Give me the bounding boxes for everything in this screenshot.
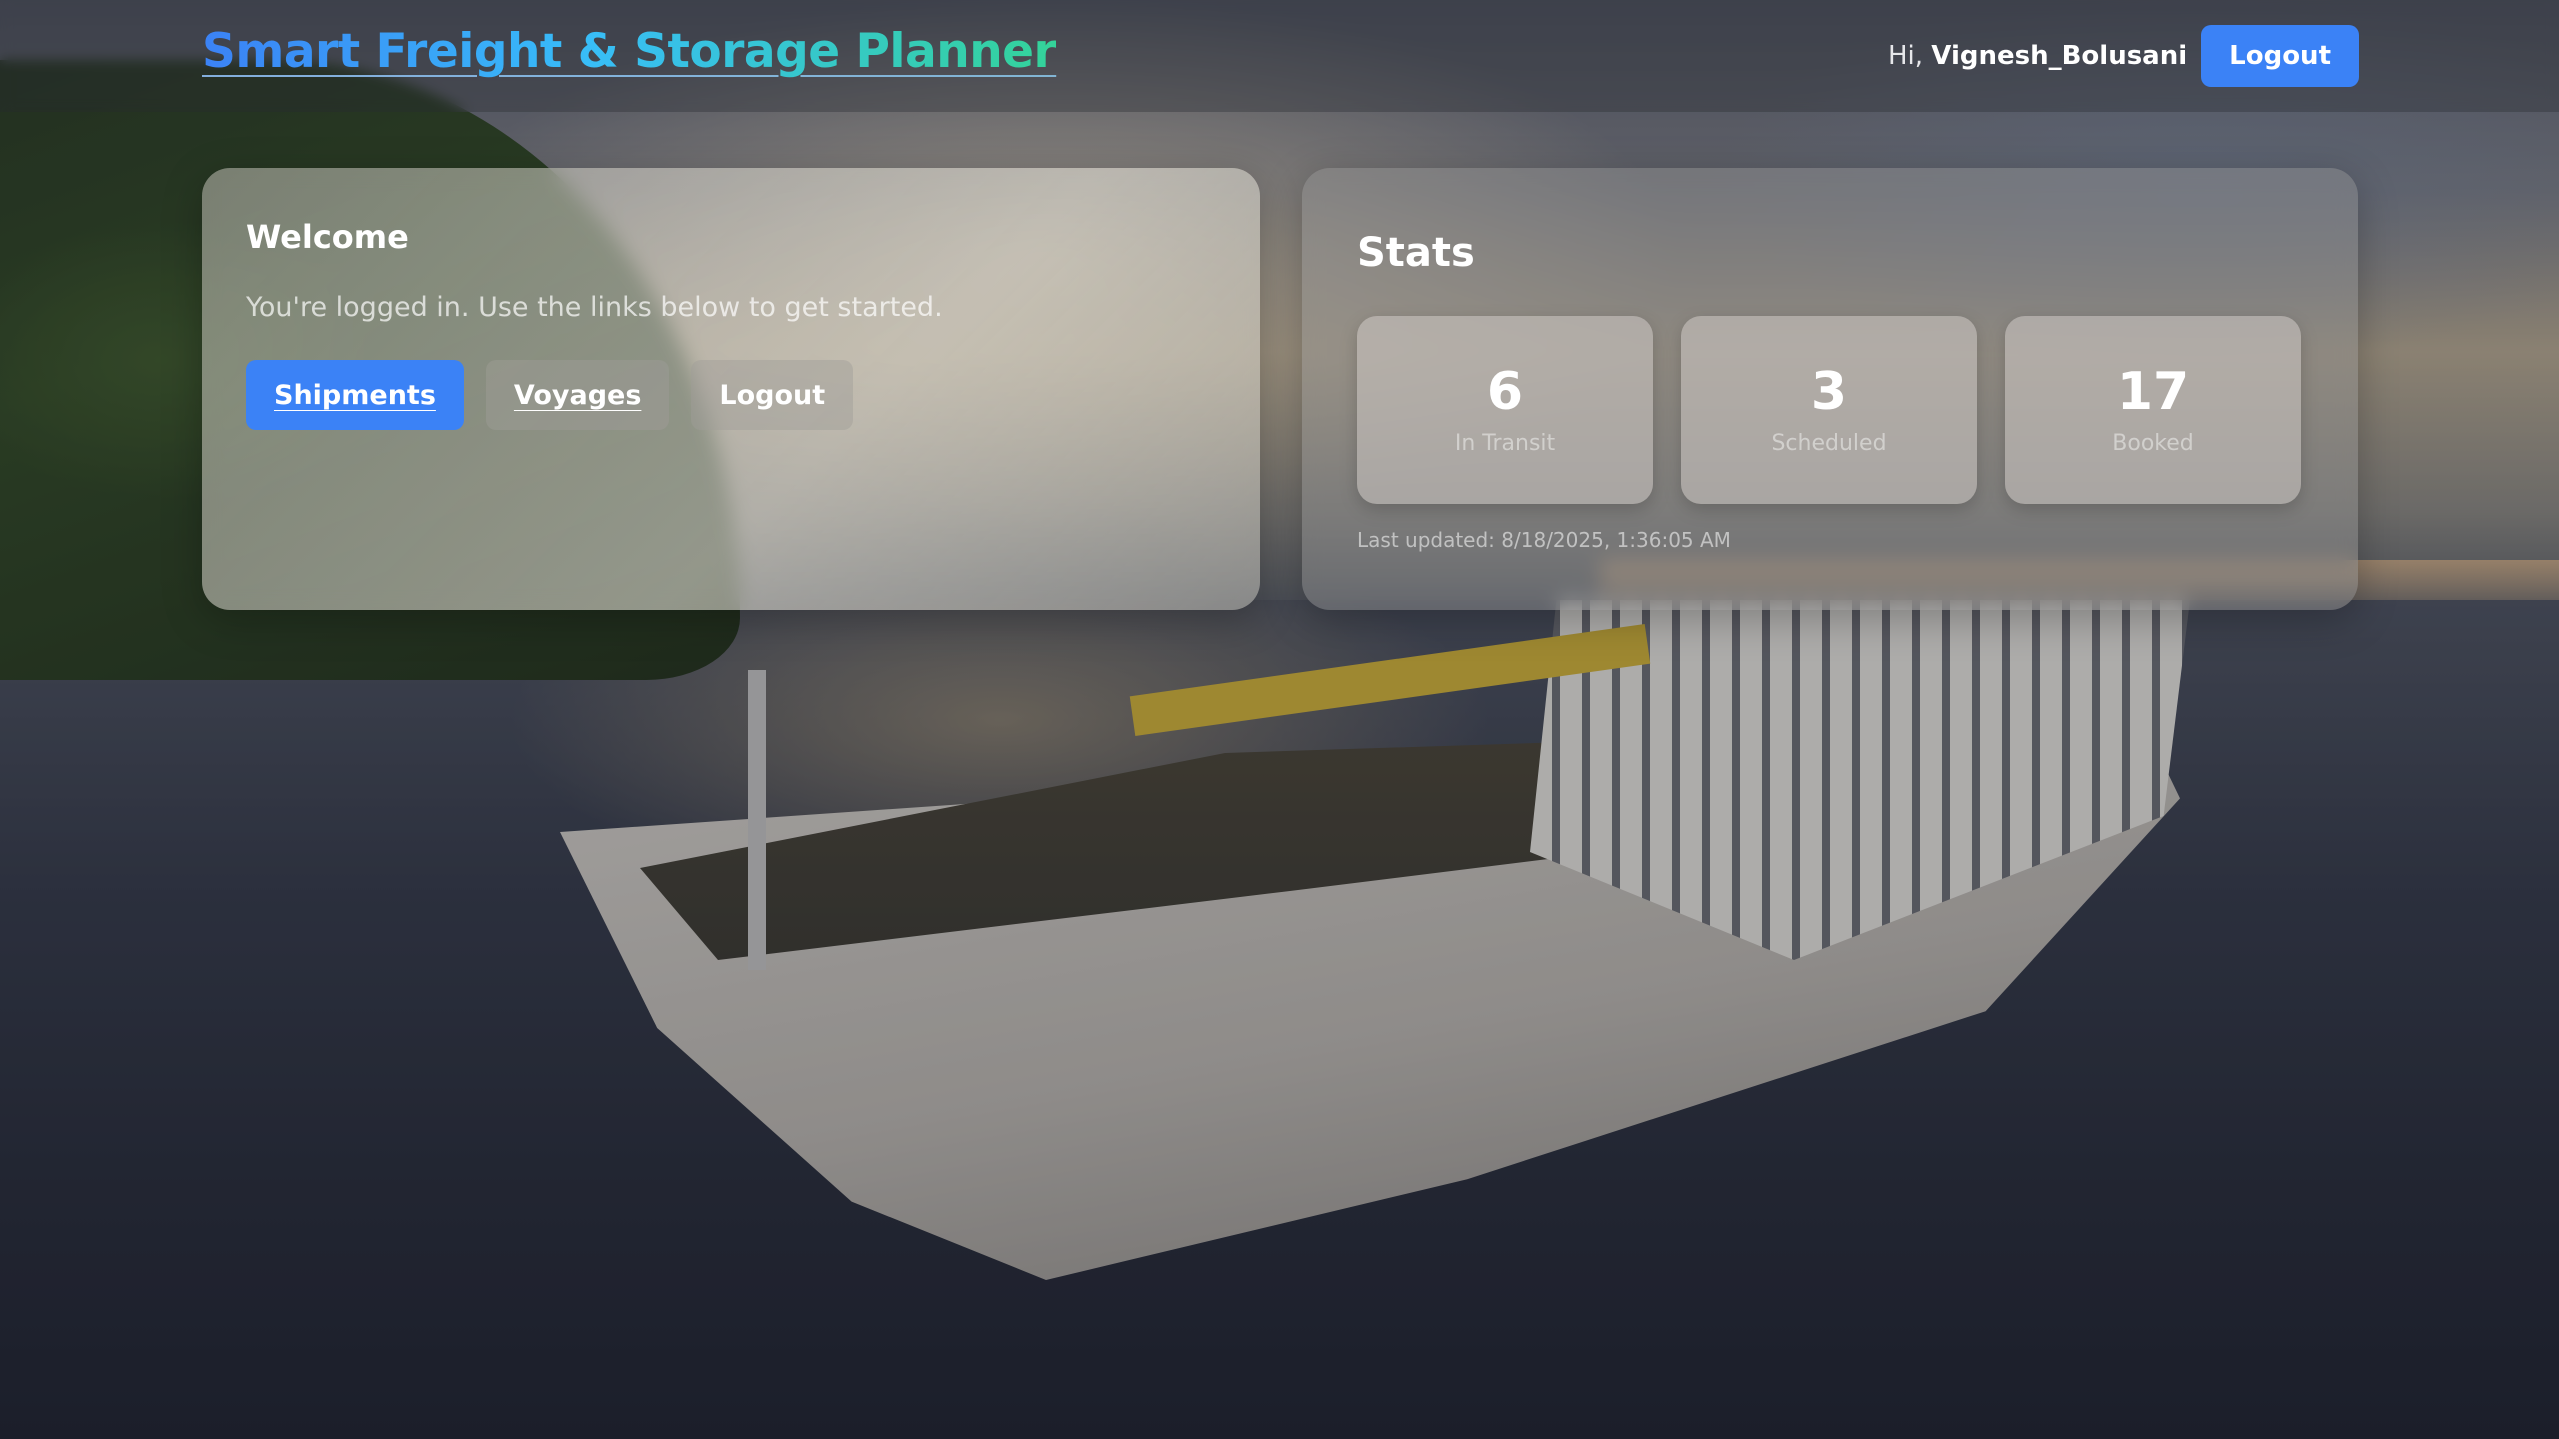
shipments-button-label: Shipments [274,379,436,411]
top-bar: Smart Freight & Storage Planner Hi, Vign… [0,0,2559,112]
stat-label: Scheduled [1771,431,1887,457]
greeting: Hi, Vignesh_Bolusani [1888,41,2187,71]
greeting-prefix: Hi, [1887,41,1924,71]
welcome-card: Welcome You're logged in. Use the links … [202,168,1260,610]
stat-value: 17 [2116,361,2190,422]
stat-tile-booked: 17 Booked [2005,316,2301,504]
stat-tile-in-transit: 6 In Transit [1357,316,1653,504]
last-updated: Last updated: 8/18/2025, 1:36:05 AM [1357,528,1731,552]
stat-tiles: 6 In Transit 3 Scheduled 17 Booked [1357,316,2301,504]
app-title[interactable]: Smart Freight & Storage Planner [202,24,1057,79]
welcome-logout-button[interactable]: Logout [691,360,854,430]
username: Vignesh_Bolusani [1931,41,2188,71]
stats-title: Stats [1357,230,1475,276]
user-area: Hi, Vignesh_Bolusani Logout [1888,24,2359,88]
welcome-text: You're logged in. Use the links below to… [246,292,943,323]
welcome-logout-button-label: Logout [719,379,826,411]
stat-tile-scheduled: 3 Scheduled [1681,316,1977,504]
welcome-actions: Shipments Voyages Logout [246,360,854,430]
stats-card: Stats 6 In Transit 3 Scheduled 17 Booked… [1302,168,2358,610]
stat-value: 6 [1486,361,1524,422]
voyages-button-label: Voyages [513,379,642,411]
header-logout-button[interactable]: Logout [2201,25,2359,87]
shipments-button[interactable]: Shipments [246,360,464,430]
stat-label: In Transit [1454,431,1556,457]
stat-label: Booked [2112,431,2194,457]
voyages-button[interactable]: Voyages [485,360,670,430]
welcome-title: Welcome [246,218,409,256]
stat-value: 3 [1810,361,1848,422]
